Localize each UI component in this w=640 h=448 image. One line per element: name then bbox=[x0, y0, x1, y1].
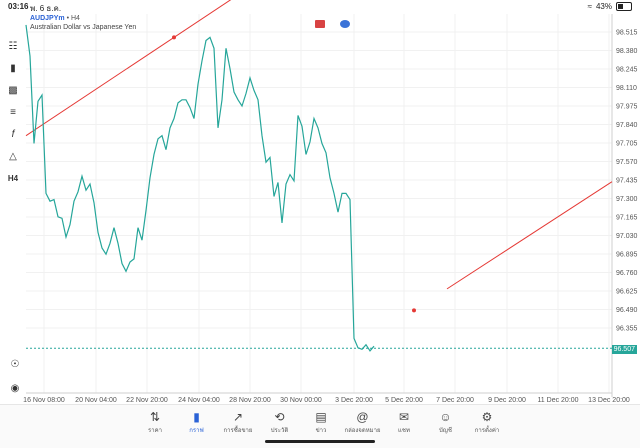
news-icon: ▤ bbox=[315, 410, 327, 424]
x-tick-label: 13 Dec 20:00 bbox=[588, 397, 630, 404]
fx-icon[interactable]: f bbox=[4, 126, 22, 142]
symbol-timeframe: • H4 bbox=[66, 15, 80, 22]
x-tick-label: 16 Nov 08:00 bbox=[23, 397, 65, 404]
market-watch-icon[interactable] bbox=[340, 20, 350, 28]
tab-label: แชท bbox=[398, 428, 410, 434]
price-chart[interactable]: 98.515 98.380 98.245 98.110 97.975 97.840 97.7… bbox=[0, 0, 640, 447]
tab-label: การตั้งค่า bbox=[474, 428, 500, 434]
settings-icon: ⚙ bbox=[481, 410, 493, 424]
tab-label: การซื้อขาย bbox=[223, 428, 253, 434]
y-tick-label: 97.435 bbox=[616, 178, 638, 185]
y-tick-label: 97.165 bbox=[616, 215, 638, 222]
objects-icon[interactable]: ≡ bbox=[4, 104, 22, 120]
tab-6[interactable]: ✉ แชท bbox=[384, 409, 424, 435]
crosshair-icon[interactable]: ☷ bbox=[4, 38, 22, 54]
y-tick-label: 97.570 bbox=[616, 159, 638, 166]
y-tick-label: 98.245 bbox=[616, 67, 638, 74]
candles-icon: ▮ bbox=[193, 410, 200, 424]
x-tick-label: 20 Nov 04:00 bbox=[75, 397, 117, 404]
tab-label: ประวัติ bbox=[270, 428, 289, 434]
shapes-icon[interactable]: △ bbox=[4, 148, 22, 164]
one-click-trade-icon[interactable] bbox=[315, 20, 325, 28]
x-tick-label: 22 Nov 20:00 bbox=[126, 397, 168, 404]
tab-3[interactable]: ⟲ ประวัติ bbox=[260, 409, 300, 435]
x-tick-label: 30 Nov 00:00 bbox=[280, 397, 322, 404]
y-tick-label: 97.030 bbox=[616, 233, 638, 240]
chat-icon: ✉ bbox=[398, 410, 410, 424]
tab-2[interactable]: ↗ การซื้อขาย bbox=[218, 409, 258, 435]
x-tick-label: 24 Nov 04:00 bbox=[178, 397, 220, 404]
y-tick-label: 98.380 bbox=[616, 48, 638, 55]
home-indicator[interactable] bbox=[265, 440, 375, 443]
symbol-description: Australian Dollar vs Japanese Yen bbox=[30, 24, 137, 31]
tab-5[interactable]: @ กล่องจดหมาย bbox=[343, 409, 383, 435]
mail-icon: @ bbox=[356, 410, 369, 424]
timeframe-button[interactable]: H4 bbox=[4, 170, 22, 186]
x-tick-label: 28 Nov 20:00 bbox=[229, 397, 271, 404]
tab-0[interactable]: ⇅ ราคา bbox=[135, 409, 175, 435]
x-tick-label: 7 Dec 20:00 bbox=[436, 397, 474, 404]
y-tick-label: 97.840 bbox=[616, 122, 638, 129]
trendline-anchor bbox=[412, 308, 416, 313]
x-tick-label: 5 Dec 20:00 bbox=[385, 397, 423, 404]
symbol-title[interactable]: AUDJPYm • H4 bbox=[30, 15, 80, 22]
x-tick-label: 3 Dec 20:00 bbox=[335, 397, 373, 404]
symbol-name: AUDJPYm bbox=[30, 15, 65, 22]
y-tick-label: 96.355 bbox=[616, 326, 638, 333]
history-icon: ⟲ bbox=[274, 410, 285, 424]
tab-label: บัญชี bbox=[439, 428, 452, 434]
broker-logo-icon[interactable]: ◉ bbox=[6, 380, 24, 396]
y-tick-label: 96.625 bbox=[616, 289, 638, 296]
account-icon: ☺ bbox=[439, 410, 452, 424]
tab-label: ข่าว bbox=[315, 428, 327, 434]
y-tick-label: 98.515 bbox=[616, 30, 638, 37]
arrows-icon: ⇅ bbox=[149, 410, 161, 424]
tab-7[interactable]: ☺ บัญชี bbox=[426, 409, 466, 435]
trade-chart-icon: ↗ bbox=[232, 410, 244, 424]
tab-label: กล่องจดหมาย bbox=[344, 428, 381, 434]
indicators-icon[interactable]: ▩ bbox=[4, 82, 22, 98]
y-tick-label: 97.300 bbox=[616, 196, 638, 203]
x-tick-label: 11 Dec 20:00 bbox=[537, 397, 578, 404]
y-tick-label: 97.975 bbox=[616, 104, 638, 111]
tab-label: ราคา bbox=[148, 428, 162, 434]
y-tick-label: 98.110 bbox=[616, 85, 637, 92]
x-tick-label: 9 Dec 20:00 bbox=[488, 397, 526, 404]
chart-type-icon[interactable]: ▮ bbox=[4, 60, 22, 76]
quick-trade-icon[interactable]: ☉ bbox=[6, 356, 24, 372]
y-tick-label: 96.490 bbox=[616, 307, 638, 314]
tab-label: กราฟ bbox=[189, 428, 204, 434]
tab-8[interactable]: ⚙ การตั้งค่า bbox=[467, 409, 507, 435]
current-price-tag: 96.507 bbox=[611, 345, 637, 354]
y-tick-label: 96.895 bbox=[616, 252, 638, 259]
price-line bbox=[25, 24, 375, 352]
y-tick-label: 96.760 bbox=[616, 270, 638, 277]
y-tick-label: 97.705 bbox=[616, 141, 638, 148]
tab-4[interactable]: ▤ ข่าว bbox=[301, 409, 341, 435]
trendline-anchor bbox=[172, 35, 176, 40]
tab-1[interactable]: ▮ กราฟ bbox=[177, 409, 217, 435]
